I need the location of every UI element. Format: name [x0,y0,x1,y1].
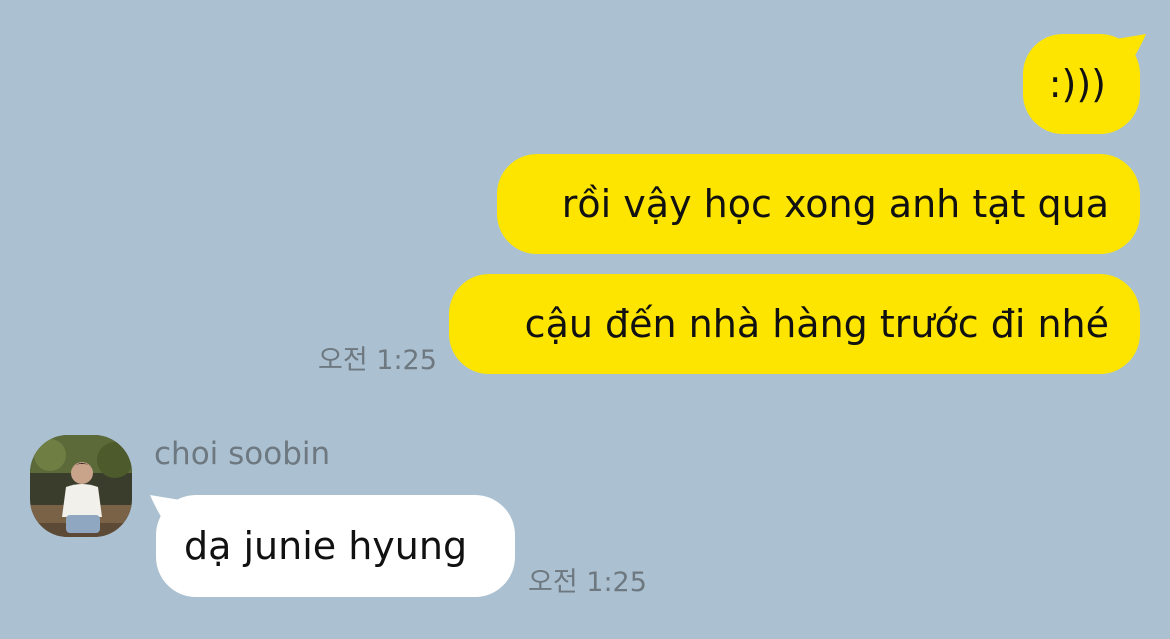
avatar[interactable] [30,435,132,537]
profile-photo-icon [30,435,132,537]
incoming-message-bubble[interactable]: dạ junie hyung [156,495,515,597]
message-timestamp: 오전 1:25 [318,345,437,376]
outgoing-message-bubble[interactable]: rồi vậy học xong anh tạt qua [497,154,1140,254]
message-text: dạ junie hyung [184,524,468,568]
message-timestamp: 오전 1:25 [528,567,647,598]
message-text: :))) [1048,62,1106,106]
sender-name: choi soobin [154,436,331,472]
message-text: cậu đến nhà hàng trước đi nhé [524,302,1109,346]
outgoing-message-bubble[interactable]: cậu đến nhà hàng trước đi nhé [449,274,1140,374]
message-text: rồi vậy học xong anh tạt qua [561,182,1109,226]
outgoing-message-bubble[interactable]: :))) [1023,34,1140,134]
